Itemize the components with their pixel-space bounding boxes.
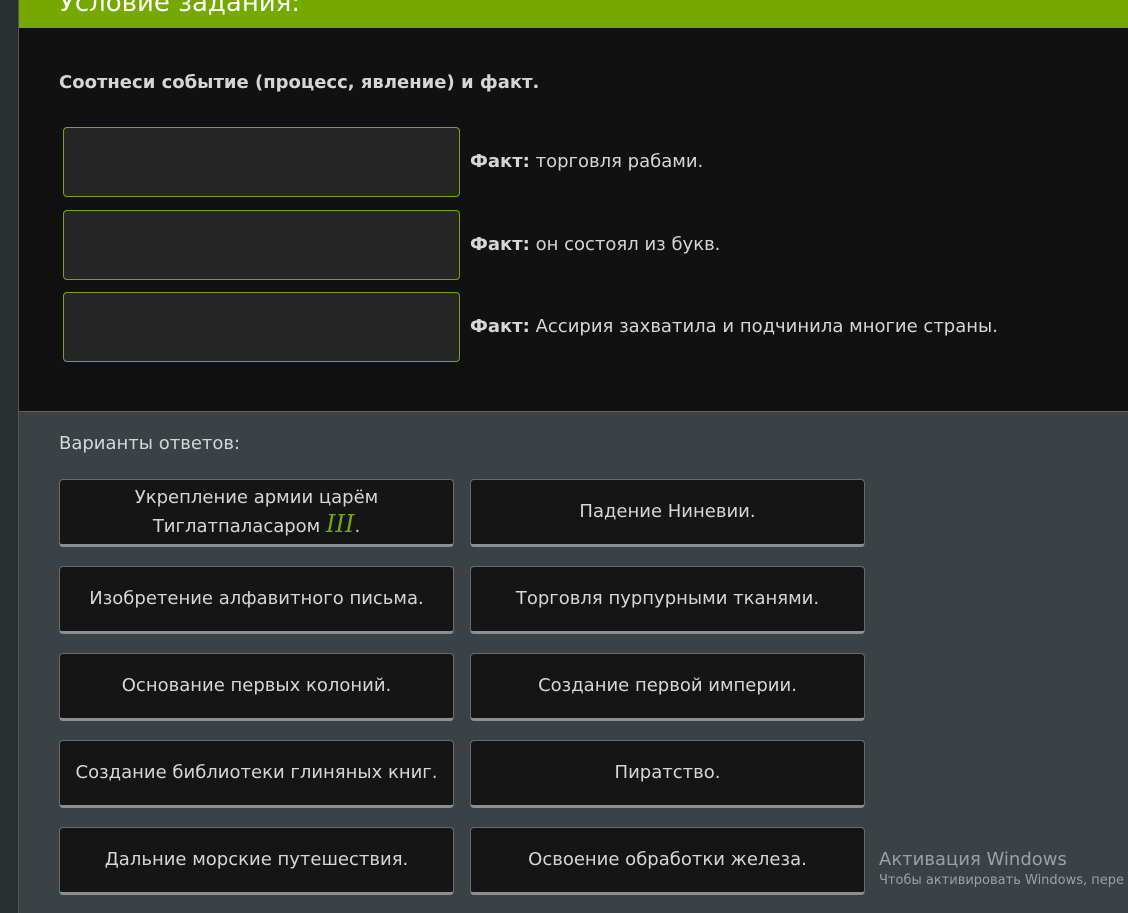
answer-option-5[interactable]: Основание первых колоний.	[59, 653, 454, 721]
fact-3: Факт: Ассирия захватила и подчинила мног…	[470, 316, 998, 338]
answer-option-4[interactable]: Торговля пурпурными тканями.	[470, 566, 865, 634]
option-text: Пиратство.	[614, 762, 721, 783]
answer-option-6[interactable]: Создание первой империи.	[470, 653, 865, 721]
fact-text: торговля рабами.	[535, 151, 704, 172]
answer-option-3[interactable]: Изобретение алфавитного письма.	[59, 566, 454, 634]
watermark-title: Активация Windows	[879, 849, 1067, 870]
option-text: Дальние морские путешествия.	[104, 849, 409, 870]
option-text: Основание первых колоний.	[121, 675, 392, 696]
fact-1: Факт: торговля рабами.	[470, 151, 703, 173]
answer-option-7[interactable]: Создание библиотеки глиняных книг.	[59, 740, 454, 808]
drop-zone-3[interactable]	[63, 292, 460, 362]
watermark-subtitle: Чтобы активировать Windows, пере	[879, 873, 1125, 888]
answer-option-9[interactable]: Дальние морские путешествия.	[59, 827, 454, 895]
option-suffix: .	[354, 515, 361, 537]
option-text: Падение Ниневии.	[579, 501, 756, 522]
fact-label: Факт:	[470, 316, 530, 337]
task-panel: Соотнеси событие (процесс, явление) и фа…	[19, 28, 1128, 412]
option-text: Торговля пурпурными тканями.	[515, 588, 820, 609]
answer-option-10[interactable]: Освоение обработки железа.	[470, 827, 865, 895]
fact-2: Факт: он состоял из букв.	[470, 234, 720, 256]
drop-zone-1[interactable]	[63, 127, 460, 197]
fact-text: Ассирия захватила и подчинила многие стр…	[535, 316, 998, 337]
option-roman-numeral: III	[326, 509, 355, 538]
header-title: Условие задания:	[59, 0, 301, 18]
option-text: Создание первой империи.	[538, 675, 797, 696]
fact-text: он состоял из букв.	[535, 234, 721, 255]
option-label: Укрепление армии царём Тиглатпаласаром I…	[70, 485, 443, 540]
option-text: Создание библиотеки глиняных книг.	[75, 762, 438, 783]
windows-activation-watermark: Активация Windows Чтобы активировать Win…	[879, 849, 1124, 891]
task-instruction: Соотнеси событие (процесс, явление) и фа…	[59, 72, 540, 93]
answer-option-8[interactable]: Пиратство.	[470, 740, 865, 808]
task-header: Условие задания:	[19, 0, 1128, 28]
page: Условие задания: Соотнеси событие (проце…	[0, 0, 1128, 913]
fact-label: Факт:	[470, 234, 530, 255]
left-strip	[0, 0, 19, 913]
answer-option-2[interactable]: Падение Ниневии.	[470, 479, 865, 547]
answers-title: Варианты ответов:	[59, 433, 241, 454]
option-text: Изобретение алфавитного письма.	[89, 588, 424, 609]
drop-zone-2[interactable]	[63, 210, 460, 280]
fact-label: Факт:	[470, 151, 530, 172]
option-text: Освоение обработки железа.	[528, 849, 807, 870]
answer-option-1[interactable]: Укрепление армии царём Тиглатпаласаром I…	[59, 479, 454, 547]
